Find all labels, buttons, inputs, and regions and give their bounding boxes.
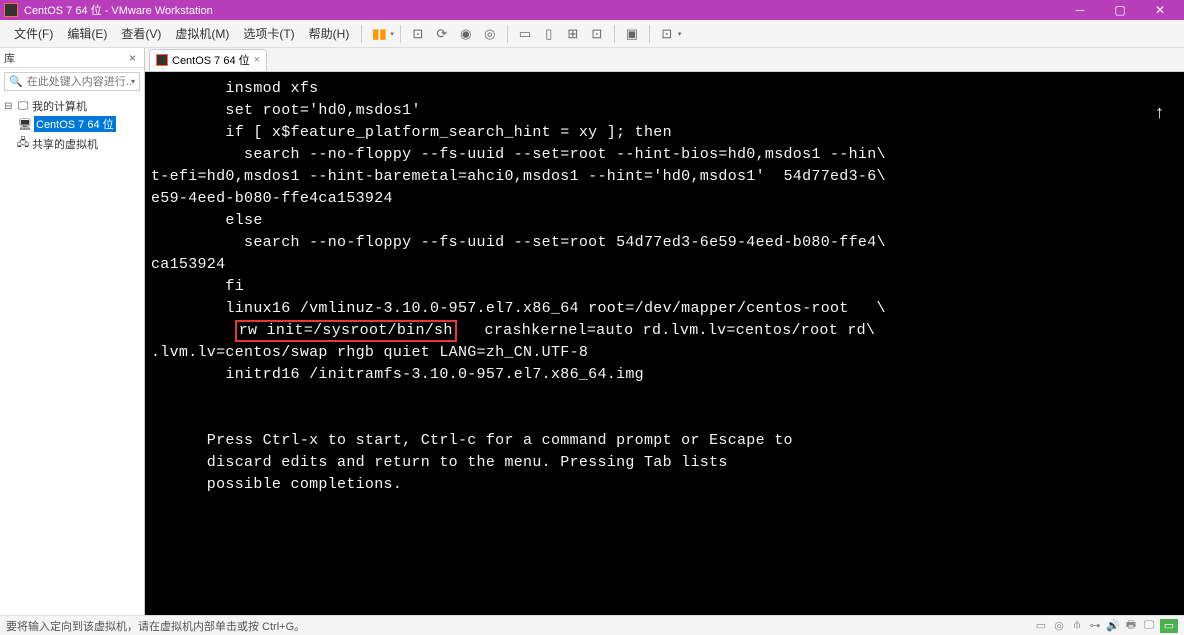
search-dropdown-icon[interactable]: ▾	[131, 77, 135, 86]
pause-button[interactable]: ▮▮	[368, 23, 390, 45]
tree-item-centos[interactable]: 🖥 CentOS 7 64 位	[4, 115, 140, 133]
search-icon: 🔍	[9, 75, 23, 88]
content-area: CentOS 7 64 位 × ↑ insmod xfs set root='h…	[145, 48, 1184, 615]
snapshot-button[interactable]: ⟳	[431, 23, 453, 45]
tab-centos[interactable]: CentOS 7 64 位 ×	[149, 49, 267, 71]
main-area: 库 × 🔍 ▾ ⊟ 🖵 我的计算机 🖥 CentOS 7 64 位 🖧 共享的虚…	[0, 48, 1184, 615]
snapshot-revert-button[interactable]: ◎	[479, 23, 501, 45]
computer-icon: 🖵	[16, 100, 30, 113]
display-icon[interactable]: 🖵	[1142, 619, 1156, 633]
menu-vm[interactable]: 虚拟机(M)	[169, 23, 235, 44]
menu-help[interactable]: 帮助(H)	[303, 23, 356, 44]
printer-icon[interactable]: 🖶	[1124, 619, 1138, 633]
tree-label: CentOS 7 64 位	[34, 116, 116, 132]
tree-item-shared[interactable]: 🖧 共享的虚拟机	[4, 133, 140, 154]
vm-icon: 🖥	[18, 118, 32, 131]
unity-button[interactable]: ⊡	[656, 23, 678, 45]
titlebar: CentOS 7 64 位 - VMware Workstation ─ ▢ ✕	[0, 0, 1184, 20]
disk-icon[interactable]: ▭	[1034, 619, 1048, 633]
library-title: 库	[4, 50, 125, 66]
snapshot-manager-button[interactable]: ◉	[455, 23, 477, 45]
menu-file[interactable]: 文件(F)	[8, 23, 59, 44]
sidebar-header: 库 ×	[0, 48, 144, 68]
layout2-button[interactable]: ▯	[538, 23, 560, 45]
menu-tabs[interactable]: 选项卡(T)	[237, 23, 300, 44]
console-text: insmod xfs set root='hd0,msdos1' if [ x$…	[151, 78, 1178, 496]
tab-close-button[interactable]: ×	[254, 54, 260, 66]
tab-label: CentOS 7 64 位	[172, 52, 250, 68]
sound-icon[interactable]: 🔊	[1106, 619, 1120, 633]
shared-icon: 🖧	[16, 134, 30, 153]
dropdown-arrow-icon[interactable]: ▾	[390, 30, 394, 38]
device-tray: ▭ ◎ ⫛ ⊶ 🔊 🖶 🖵 ▭	[1034, 619, 1178, 633]
minimize-button[interactable]: ─	[1060, 0, 1100, 20]
tabbar: CentOS 7 64 位 ×	[145, 48, 1184, 72]
maximize-button[interactable]: ▢	[1100, 0, 1140, 20]
vm-icon	[156, 54, 168, 66]
vm-tree: ⊟ 🖵 我的计算机 🖥 CentOS 7 64 位 🖧 共享的虚拟机	[0, 95, 144, 156]
tree-label: 我的计算机	[32, 98, 87, 114]
separator	[649, 25, 650, 43]
layout3-button[interactable]: ⊞	[562, 23, 584, 45]
separator	[361, 25, 362, 43]
sidebar: 库 × 🔍 ▾ ⊟ 🖵 我的计算机 🖥 CentOS 7 64 位 🖧 共享的虚…	[0, 48, 145, 615]
usb-icon[interactable]: ⊶	[1088, 619, 1102, 633]
layout1-button[interactable]: ▭	[514, 23, 536, 45]
highlighted-kernel-param: rw init=/sysroot/bin/sh	[235, 320, 457, 342]
collapse-icon[interactable]: ⊟	[4, 101, 14, 112]
menu-view[interactable]: 查看(V)	[115, 23, 167, 44]
app-icon	[4, 3, 18, 17]
tree-label: 共享的虚拟机	[32, 136, 98, 152]
message-icon[interactable]: ▭	[1160, 619, 1178, 633]
up-arrow-icon: ↑	[1155, 102, 1164, 123]
menu-edit[interactable]: 编辑(E)	[61, 23, 113, 44]
cd-icon[interactable]: ◎	[1052, 619, 1066, 633]
window-title: CentOS 7 64 位 - VMware Workstation	[24, 2, 1060, 18]
close-button[interactable]: ✕	[1140, 0, 1180, 20]
vm-console[interactable]: ↑ insmod xfs set root='hd0,msdos1' if [ …	[145, 72, 1184, 615]
sidebar-close-button[interactable]: ×	[125, 51, 140, 65]
statusbar: 要将输入定向到该虚拟机，请在虚拟机内部单击或按 Ctrl+G。 ▭ ◎ ⫛ ⊶ …	[0, 615, 1184, 635]
separator	[614, 25, 615, 43]
layout4-button[interactable]: ⊡	[586, 23, 608, 45]
screenshot-button[interactable]: ⊡	[407, 23, 429, 45]
tree-root-my-computer[interactable]: ⊟ 🖵 我的计算机	[4, 97, 140, 115]
menubar: 文件(F) 编辑(E) 查看(V) 虚拟机(M) 选项卡(T) 帮助(H) ▮▮…	[0, 20, 1184, 48]
network-icon[interactable]: ⫛	[1070, 619, 1084, 633]
separator	[507, 25, 508, 43]
separator	[400, 25, 401, 43]
dropdown-arrow-icon[interactable]: ▾	[678, 30, 682, 38]
fullscreen-button[interactable]: ▣	[621, 23, 643, 45]
search-input[interactable]	[27, 76, 131, 88]
status-text: 要将输入定向到该虚拟机，请在虚拟机内部单击或按 Ctrl+G。	[6, 618, 1034, 634]
sidebar-search[interactable]: 🔍 ▾	[4, 72, 140, 91]
